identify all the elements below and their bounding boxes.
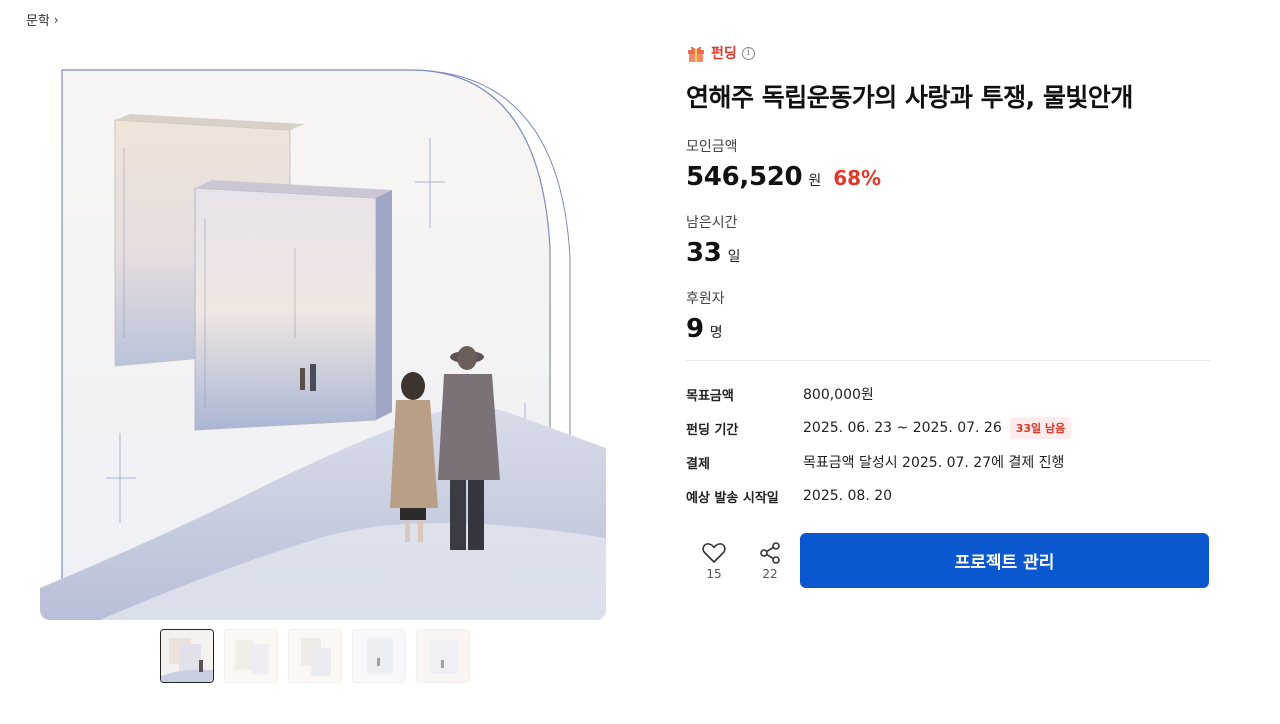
detail-value: 2025. 06. 23 ~ 2025. 07. 26 (803, 420, 1002, 436)
thumbnail-1[interactable] (160, 629, 214, 683)
stat-time-label: 남은시간 (686, 215, 738, 231)
detail-value: 2025. 08. 20 (803, 488, 893, 504)
product-info-panel: 펀딩 i 연해주 독립운동가의 사랑과 투쟁, 물빛안개 모인금액 546,52… (686, 40, 1210, 588)
detail-key: 예상 발송 시작일 (686, 490, 779, 506)
thumbnail-4[interactable] (352, 629, 406, 683)
stat-amount-unit: 원 (808, 173, 822, 189)
stat-time-value: 33 (686, 238, 722, 268)
project-manage-button[interactable]: 프로젝트 관리 (800, 533, 1209, 588)
stat-backers-value: 9 (686, 314, 704, 344)
detail-key: 펀딩 기간 (686, 422, 739, 438)
stat-amount-value: 546,520 (686, 162, 803, 192)
heart-icon (702, 542, 726, 563)
like-count: 15 (706, 566, 722, 581)
detail-row-payment: 결제 목표금액 달성시 2025. 07. 27에 결제 진행 (686, 445, 1210, 479)
stat-backers-unit: 명 (709, 325, 723, 341)
thumbnail-5[interactable] (416, 629, 470, 683)
thumbnail-strip (160, 629, 470, 683)
thumbnail-2[interactable] (224, 629, 278, 683)
detail-row-period: 펀딩 기간 2025. 06. 23 ~ 2025. 07. 26 33일 남음 (686, 411, 1210, 445)
detail-row-goal: 목표금액 800,000원 (686, 377, 1210, 411)
page-title: 연해주 독립운동가의 사랑과 투쟁, 물빛안개 (686, 83, 1133, 112)
stat-amount-label: 모인금액 (686, 139, 738, 155)
stat-backers: 후원자 9 명 (686, 288, 1210, 344)
main-product-image[interactable] (40, 68, 606, 620)
gift-icon (688, 46, 704, 62)
breadcrumb[interactable]: 문학 › (26, 10, 59, 30)
chevron-right-icon: › (53, 12, 59, 27)
thumbnail-3[interactable] (288, 629, 342, 683)
action-bar: 15 22 프로젝트 관리 (686, 533, 1210, 588)
breadcrumb-category: 문학 (26, 14, 50, 29)
info-icon[interactable]: i (741, 46, 755, 60)
detail-key: 결제 (686, 456, 710, 472)
funding-badge: 펀딩 i (686, 40, 1210, 66)
achievement-rate: 68% (833, 166, 882, 190)
detail-key: 목표금액 (686, 388, 734, 404)
detail-value: 800,000원 (803, 387, 874, 403)
funding-label: 펀딩 (711, 46, 737, 62)
funding-details: 목표금액 800,000원 펀딩 기간 2025. 06. 23 ~ 2025.… (686, 377, 1210, 513)
stat-backers-label: 후원자 (686, 291, 725, 307)
days-remaining-badge: 33일 남음 (1009, 417, 1072, 439)
stat-amount: 모인금액 546,520 원 68% (686, 136, 1210, 192)
detail-value: 목표금액 달성시 2025. 07. 27에 결제 진행 (803, 455, 1065, 471)
detail-row-shipping: 예상 발송 시작일 2025. 08. 20 (686, 479, 1210, 513)
stat-time-unit: 일 (727, 249, 741, 265)
share-icon (760, 541, 780, 564)
share-button[interactable]: 22 (742, 541, 798, 581)
like-button[interactable]: 15 (686, 541, 742, 581)
stat-time: 남은시간 33 일 (686, 212, 1210, 268)
divider (686, 360, 1210, 361)
share-count: 22 (762, 566, 778, 581)
